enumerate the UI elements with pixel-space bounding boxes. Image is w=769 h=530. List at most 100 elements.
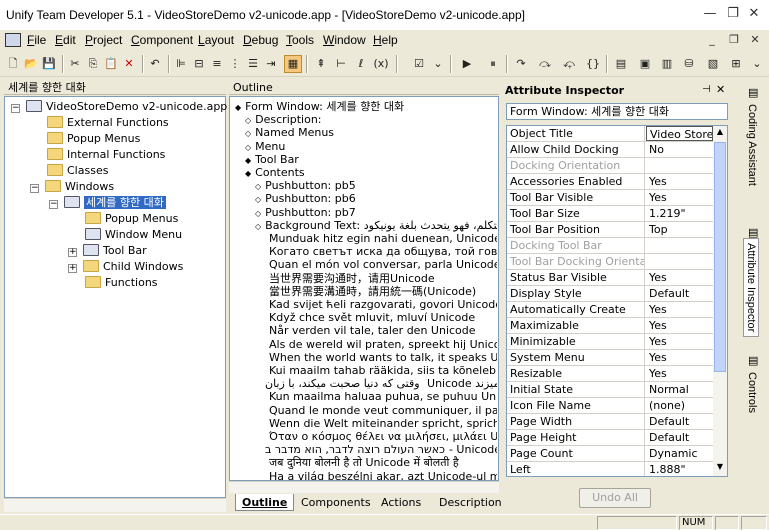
object-name-field[interactable]: Form Window: 세계를 향한 대화 bbox=[506, 103, 728, 120]
form-icon[interactable]: ▤ bbox=[612, 55, 630, 73]
outline-line[interactable]: ◆ Tool Bar bbox=[245, 153, 497, 166]
tree-item[interactable]: Popup Menus bbox=[68, 211, 178, 227]
outline-line[interactable]: Quand le monde veut communiquer, il parl… bbox=[265, 404, 497, 417]
export-icon[interactable]: ⊞ bbox=[727, 55, 745, 73]
layout-icon[interactable]: ⊟ bbox=[190, 55, 208, 73]
align-icon[interactable]: ⊫ bbox=[172, 55, 190, 73]
check-icon[interactable]: ☑ bbox=[410, 55, 428, 73]
tree-item[interactable]: − Windows bbox=[30, 179, 114, 195]
collapse-icon[interactable]: − bbox=[30, 184, 39, 193]
tab-attribute-inspector[interactable]: Attribute Inspector bbox=[743, 238, 759, 338]
attribute-row[interactable]: Display Style Default bbox=[507, 286, 713, 302]
tree-item[interactable]: External Functions bbox=[30, 115, 169, 131]
expand-icon[interactable]: + bbox=[68, 264, 77, 273]
outline-line[interactable]: Kui maailm tahab rääkida, siis ta kõnele… bbox=[265, 364, 497, 377]
mdi-restore-icon[interactable]: ❐ bbox=[726, 32, 742, 48]
menu-edit[interactable]: Edit bbox=[55, 33, 76, 47]
attribute-row[interactable]: Icon File Name (none) bbox=[507, 398, 713, 414]
scroll-down-icon[interactable]: ▼ bbox=[714, 462, 726, 474]
step-over-icon[interactable]: ⤼ bbox=[536, 55, 554, 73]
attribute-row[interactable]: Tool Bar Docking Orientatio bbox=[507, 254, 713, 270]
menu-layout[interactable]: Layout bbox=[198, 33, 234, 47]
collapse-icon[interactable]: − bbox=[11, 104, 20, 113]
collapse-icon[interactable]: − bbox=[49, 200, 58, 209]
attribute-value[interactable]: Yes bbox=[646, 190, 713, 205]
app-menu-icon[interactable] bbox=[5, 33, 21, 47]
tree-item[interactable]: Classes bbox=[30, 163, 108, 179]
outline-line[interactable]: ◇ Named Menus bbox=[245, 126, 497, 139]
attribute-value[interactable]: Yes bbox=[646, 350, 713, 365]
menu-debug[interactable]: Debug bbox=[243, 33, 278, 47]
attribute-row[interactable]: System Menu Yes bbox=[507, 350, 713, 366]
tab-components[interactable]: Components bbox=[295, 494, 377, 511]
tree-item[interactable]: − 세계를 향한 대화 bbox=[49, 195, 166, 211]
attribute-value[interactable]: Default bbox=[646, 430, 713, 445]
toolbar2-overflow-icon[interactable]: ⌄ bbox=[750, 55, 764, 73]
outline-line[interactable]: ◇Background Text: عندما يريد العالم أن ي… bbox=[255, 219, 497, 232]
attribute-row[interactable]: Page Height Default bbox=[507, 430, 713, 446]
outline-line[interactable]: ◆ Contents bbox=[245, 166, 497, 179]
attribute-value[interactable]: Yes bbox=[646, 318, 713, 333]
list-icon[interactable]: ≡ bbox=[208, 55, 226, 73]
outline-line[interactable]: Als de wereld wil praten, spreekt hij Un… bbox=[265, 338, 497, 351]
outline-line[interactable]: Όταν ο κόσμος θέλει να μιλήσει, μιλάει U… bbox=[265, 430, 497, 443]
menu-file[interactable]: File bbox=[27, 33, 46, 47]
tab-controls[interactable]: Controls bbox=[746, 372, 758, 413]
undo-all-button[interactable]: Undo All bbox=[579, 488, 651, 508]
attribute-value[interactable]: Normal bbox=[646, 382, 713, 397]
indent-icon[interactable]: ⇥ bbox=[262, 55, 280, 73]
dialog-icon[interactable]: ▣ bbox=[636, 55, 654, 73]
attribute-value[interactable]: (none) bbox=[646, 398, 713, 413]
attribute-row[interactable]: Accessories Enabled Yes bbox=[507, 174, 713, 190]
delete-icon[interactable]: ✕ bbox=[120, 55, 138, 73]
attribute-value[interactable]: No bbox=[646, 142, 713, 157]
tab-outline[interactable]: Outline bbox=[235, 494, 295, 511]
outline-line[interactable]: ◇ Pushbutton: pb7 bbox=[255, 206, 497, 219]
attribute-value[interactable]: Yes bbox=[646, 174, 713, 189]
outline-line[interactable]: Když chce svět mluvit, mluví Unicode bbox=[265, 311, 497, 324]
cut-icon[interactable]: ✂ bbox=[66, 55, 84, 73]
tree-item[interactable]: − VideoStoreDemo v2-unicode.app bbox=[11, 99, 227, 115]
outline-line[interactable]: Quan el món vol conversar, parla Unicode bbox=[265, 258, 497, 271]
menu-tools[interactable]: Tools bbox=[286, 33, 314, 47]
outline-icon[interactable]: ☰ bbox=[244, 55, 262, 73]
open-folder-icon[interactable]: 📂 bbox=[22, 55, 40, 73]
attribute-value[interactable]: 1.888" bbox=[646, 462, 713, 476]
tree-item[interactable]: + Tool Bar bbox=[68, 243, 147, 259]
attribute-row[interactable]: Status Bar Visible Yes bbox=[507, 270, 713, 286]
outline-line[interactable]: ◇ Description: bbox=[245, 113, 497, 126]
attribute-value[interactable]: Default bbox=[646, 414, 713, 429]
new-file-icon[interactable]: 🗋 bbox=[4, 55, 22, 73]
variable-icon[interactable]: (x) bbox=[372, 55, 390, 73]
scroll-thumb[interactable] bbox=[714, 142, 726, 372]
outline-line[interactable]: 當世界需要溝通時，請用統一碼(Unicode) bbox=[265, 285, 497, 298]
outline-line[interactable]: ◆ Form Window: 세계를 향한 대화 bbox=[235, 100, 497, 113]
attribute-value[interactable]: Yes bbox=[646, 366, 713, 381]
attribute-value[interactable]: 1.219" bbox=[646, 206, 713, 221]
close-icon[interactable]: ✕ bbox=[746, 6, 762, 22]
attribute-value[interactable]: Dynamic bbox=[646, 446, 713, 461]
run-icon[interactable]: ▶ bbox=[458, 55, 476, 73]
outline-line[interactable]: ◇ Pushbutton: pb5 bbox=[255, 179, 497, 192]
menu-component[interactable]: Component bbox=[131, 33, 193, 47]
attribute-row[interactable]: Left 1.888" bbox=[507, 462, 713, 476]
step-into-icon[interactable]: ↷ bbox=[512, 55, 530, 73]
outline-line[interactable]: When the world wants to talk, it speaks … bbox=[265, 351, 497, 364]
outline-line[interactable]: Wenn die Welt miteinander spricht, spric… bbox=[265, 417, 497, 430]
attribute-row[interactable]: Page Width Default bbox=[507, 414, 713, 430]
menu-help[interactable]: Help bbox=[373, 33, 398, 47]
outline-line[interactable]: Munduak hitz egin nahi duenean, Unicodez… bbox=[265, 232, 497, 245]
pause-icon[interactable]: ⏸ bbox=[484, 55, 502, 73]
maximize-icon[interactable]: ❐ bbox=[725, 6, 741, 22]
attribute-row[interactable]: Tool Bar Size 1.219" bbox=[507, 206, 713, 222]
outline-line[interactable]: जब दुनिया बोलनी है तो Unicode में बोलती … bbox=[265, 456, 497, 469]
expand-icon[interactable]: + bbox=[68, 248, 77, 257]
attribute-value[interactable]: Yes bbox=[646, 334, 713, 349]
attribute-row[interactable]: Docking Tool Bar bbox=[507, 238, 713, 254]
outline-hscrollbar[interactable] bbox=[229, 481, 499, 493]
paste-icon[interactable]: 📋 bbox=[102, 55, 120, 73]
outline-line[interactable]: Когато светът иска да общува, той говори… bbox=[265, 245, 497, 258]
outline-line[interactable]: ◇ Pushbutton: pb6 bbox=[255, 192, 497, 205]
outline-view[interactable]: ◆ Form Window: 세계를 향한 대화 ◇ Description: ◇ Nam… bbox=[229, 96, 499, 481]
report-icon[interactable]: ▧ bbox=[704, 55, 722, 73]
